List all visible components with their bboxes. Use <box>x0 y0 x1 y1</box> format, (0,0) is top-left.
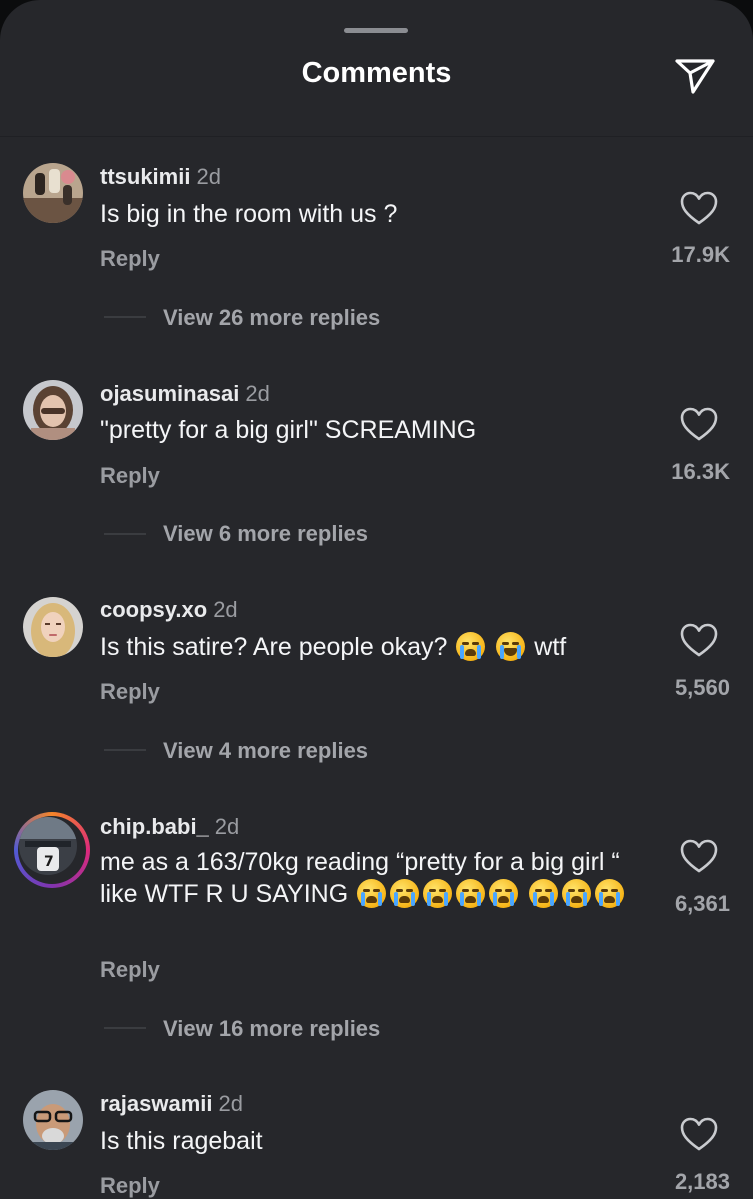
timestamp: 2d <box>218 1091 243 1116</box>
send-icon[interactable] <box>672 52 718 98</box>
view-more-replies-button[interactable]: View 26 more replies <box>163 305 380 331</box>
crying-emoji-icon <box>390 879 420 908</box>
heart-icon[interactable] <box>676 1114 722 1154</box>
replies-divider <box>104 316 146 318</box>
page-title: Comments <box>301 57 452 89</box>
heart-icon[interactable] <box>676 836 722 876</box>
crying-emoji-icon <box>423 879 453 908</box>
reply-button[interactable]: Reply <box>100 957 160 983</box>
crying-emoji-icon <box>562 879 592 908</box>
comment-text: me as a 163/70kg reading “pretty for a b… <box>100 846 630 910</box>
crying-emoji-icon <box>595 879 625 908</box>
avatar[interactable] <box>23 1090 83 1150</box>
comment-text: Is this ragebait <box>100 1127 263 1155</box>
crying-emoji-icon <box>489 879 519 908</box>
view-more-replies-button[interactable]: View 4 more replies <box>163 738 368 764</box>
comment-meta: ttsukimii 2d <box>100 164 221 190</box>
comment-text-end: wtf <box>534 633 567 661</box>
comments-header: Comments <box>0 0 753 137</box>
comment-meta: ojasuminasai 2d <box>100 381 270 407</box>
timestamp: 2d <box>213 597 238 622</box>
reply-button[interactable]: Reply <box>100 679 160 705</box>
crying-emoji-icon <box>529 879 559 908</box>
heart-icon[interactable] <box>676 188 722 228</box>
heart-icon[interactable] <box>676 620 722 660</box>
like-count: 16.3K <box>671 459 730 484</box>
comment-text-main: Is this satire? Are people okay? <box>100 633 448 661</box>
comment-meta: coopsy.xo 2d <box>100 597 238 623</box>
view-more-replies-button[interactable]: View 16 more replies <box>163 1016 380 1042</box>
drag-handle[interactable] <box>344 28 408 33</box>
comments-sheet: Comments ttsukimii 2d Is big in the room … <box>0 0 753 1199</box>
comment-text: Is big in the room with us ? <box>100 200 398 228</box>
crying-emoji-icon <box>456 632 486 661</box>
like-count: 6,361 <box>674 891 730 916</box>
comment-text: Is this satire? Are people okay? wtf <box>100 631 630 663</box>
timestamp: 2d <box>196 164 221 189</box>
replies-divider <box>104 1027 146 1029</box>
laughing-emoji-icon <box>496 632 526 661</box>
comment-meta: chip.babi_ 2d <box>100 814 239 840</box>
username[interactable]: rajaswamii <box>100 1091 213 1116</box>
username[interactable]: ttsukimii <box>100 164 190 189</box>
svg-text:7: 7 <box>44 854 54 870</box>
username[interactable]: chip.babi_ <box>100 814 209 839</box>
crying-emoji-icon <box>456 879 486 908</box>
reply-button[interactable]: Reply <box>100 1173 160 1199</box>
comment-text: "pretty for a big girl" SCREAMING <box>100 416 477 444</box>
avatar[interactable] <box>23 380 83 440</box>
like-count: 17.9K <box>671 242 730 267</box>
timestamp: 2d <box>245 381 270 406</box>
username[interactable]: coopsy.xo <box>100 597 207 622</box>
crying-emoji-icon <box>357 879 387 908</box>
heart-icon[interactable] <box>676 404 722 444</box>
avatar[interactable] <box>23 163 83 223</box>
reply-button[interactable]: Reply <box>100 463 160 489</box>
avatar[interactable] <box>23 597 83 657</box>
replies-divider <box>104 749 146 751</box>
reply-button[interactable]: Reply <box>100 246 160 272</box>
timestamp: 2d <box>214 814 240 839</box>
avatar[interactable]: 7 <box>14 812 90 888</box>
username[interactable]: ojasuminasai <box>100 381 239 406</box>
avatar-image: 7 <box>19 817 77 875</box>
replies-divider <box>104 533 146 535</box>
like-count: 5,560 <box>674 675 730 700</box>
like-count: 2,183 <box>674 1169 730 1194</box>
comment-meta: rajaswamii 2d <box>100 1091 243 1117</box>
view-more-replies-button[interactable]: View 6 more replies <box>163 521 368 547</box>
